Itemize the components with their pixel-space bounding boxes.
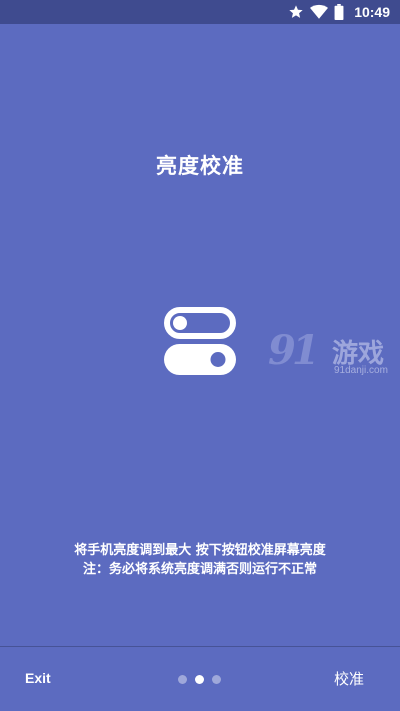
page-indicator	[178, 674, 224, 684]
page-dot-3	[212, 674, 221, 684]
instruction-line-1: 将手机亮度调到最大 按下按钮校准屏幕亮度	[74, 543, 326, 558]
watermark-url: 91danji.com	[334, 365, 388, 376]
status-bar: 10:49	[0, 0, 400, 24]
battery-icon	[334, 4, 344, 20]
instruction-line-2: 注：务必将系统亮度调满否则运行不正常	[82, 562, 317, 577]
status-time: 10:49	[354, 4, 390, 20]
status-icons: 10:49	[288, 0, 390, 24]
exit-button[interactable]: Exit	[25, 670, 51, 686]
wifi-icon	[310, 4, 329, 19]
page-dot-2	[195, 674, 204, 684]
toggle-switches-icon	[164, 307, 236, 375]
star-icon	[289, 5, 303, 18]
bottom-divider	[0, 646, 400, 647]
watermark-logo: 91 游戏 91danji.com	[268, 327, 398, 380]
instructions: 将手机亮度调到最大 按下按钮校准屏幕亮度 注：务必将系统亮度调满否则运行不正常	[0, 541, 400, 579]
calibrate-button[interactable]: 校准	[334, 668, 364, 689]
page-dot-1	[178, 674, 187, 684]
watermark-number: 91	[268, 327, 320, 374]
page-title: 亮度校准	[156, 154, 244, 178]
